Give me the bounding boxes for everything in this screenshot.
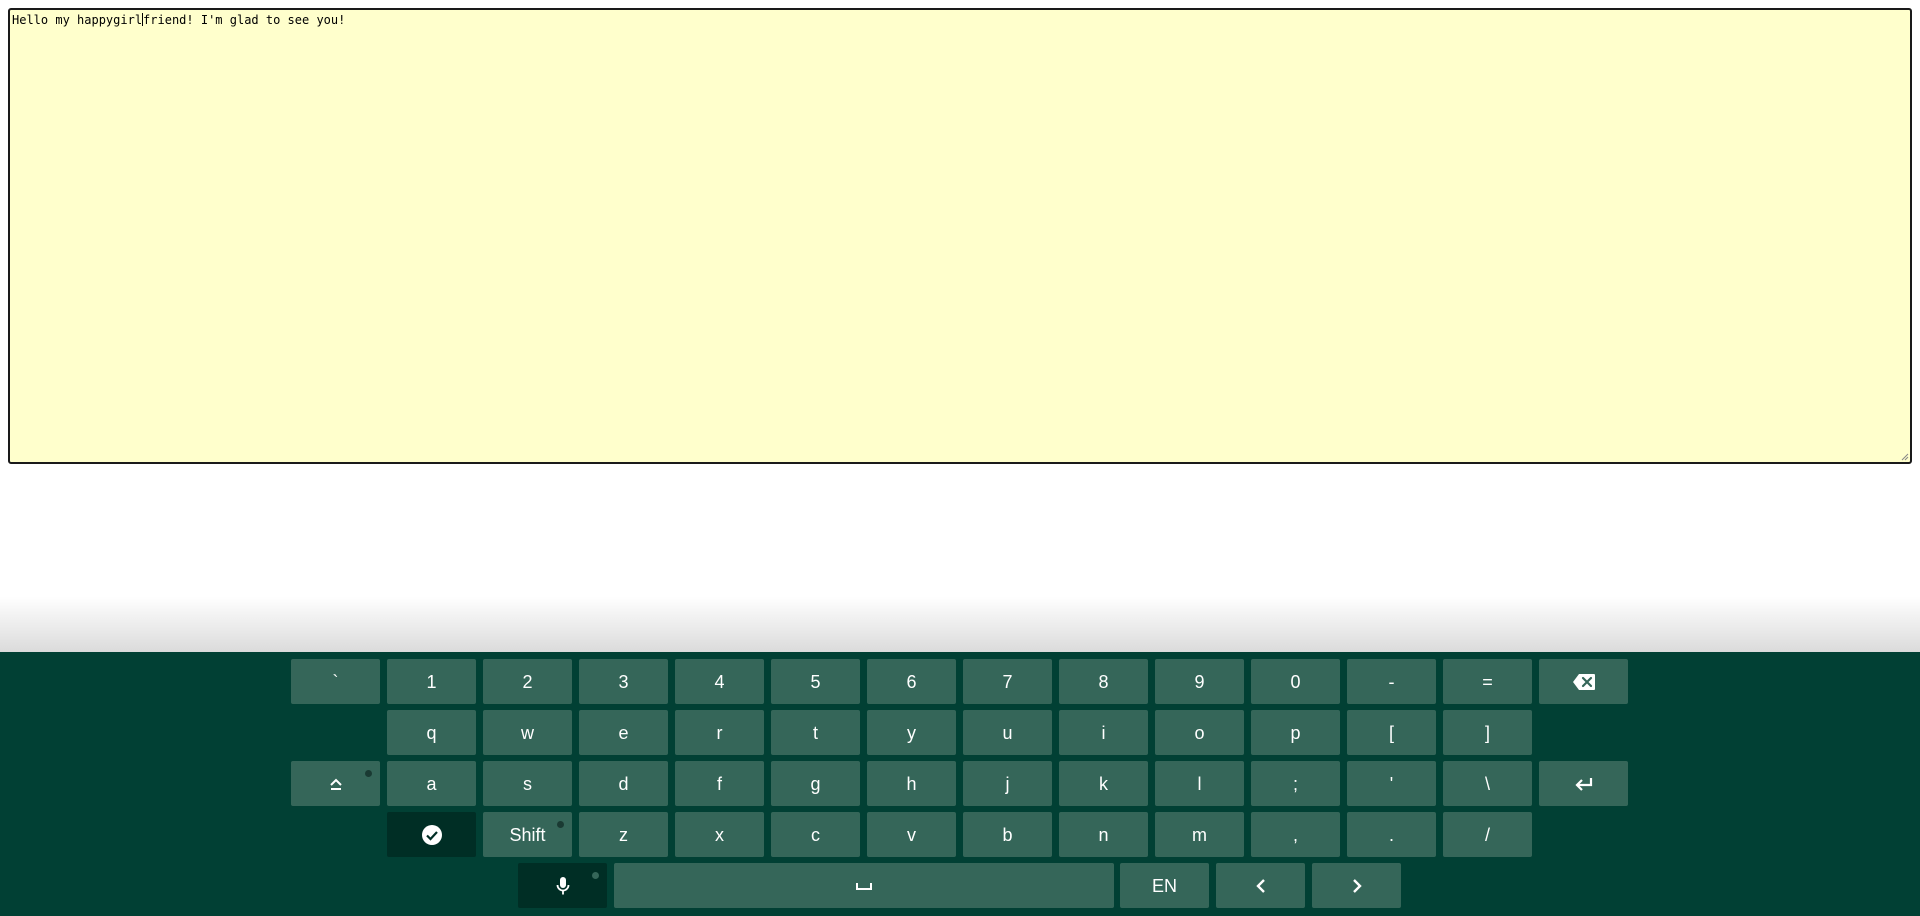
backspace-key[interactable] [1539,659,1628,704]
key-z[interactable]: z [579,812,668,857]
key-u[interactable]: u [963,710,1052,755]
key-9[interactable]: 9 [1155,659,1244,704]
key-y[interactable]: y [867,710,956,755]
key-v[interactable]: v [867,812,956,857]
chevron-right-icon [1352,878,1362,893]
key-5[interactable]: 5 [771,659,860,704]
key-f[interactable]: f [675,761,764,806]
caps-lock-indicator [365,770,372,777]
key-c[interactable]: c [771,812,860,857]
key-a[interactable]: a [387,761,476,806]
language-key[interactable]: EN [1120,863,1209,908]
key-i[interactable]: i [1059,710,1148,755]
key-s[interactable]: s [483,761,572,806]
cursor-right-key[interactable] [1312,863,1401,908]
resize-grip-icon[interactable] [1900,452,1909,461]
key-backslash[interactable]: \ [1443,761,1532,806]
shift-key[interactable]: Shift [483,812,572,857]
key-h[interactable]: h [867,761,956,806]
key-7[interactable]: 7 [963,659,1052,704]
chevron-left-icon [1255,878,1265,893]
key-3[interactable]: 3 [579,659,668,704]
space-bar[interactable] [614,863,1114,908]
enter-icon [1574,777,1592,791]
key-semicolon[interactable]: ; [1251,761,1340,806]
key-8[interactable]: 8 [1059,659,1148,704]
key-comma[interactable]: , [1251,812,1340,857]
key-t[interactable]: t [771,710,860,755]
key-b[interactable]: b [963,812,1052,857]
key-o[interactable]: o [1155,710,1244,755]
space-bar-icon [856,882,872,890]
editor-text-before-caret: Hello my happygirl [12,13,143,27]
microphone-icon [556,876,569,894]
key-l[interactable]: l [1155,761,1244,806]
keyboard-shadow [0,596,1920,652]
key-w[interactable]: w [483,710,572,755]
backspace-icon [1572,673,1595,690]
key-x[interactable]: x [675,812,764,857]
virtual-keyboard: ` 1 2 3 4 5 6 7 8 9 0 - = q w e r t y u … [0,652,1920,916]
caps-lock-icon [329,778,342,790]
key-q[interactable]: q [387,710,476,755]
caps-lock-key[interactable] [291,761,380,806]
key-4[interactable]: 4 [675,659,764,704]
key-2[interactable]: 2 [483,659,572,704]
key-open-bracket[interactable]: [ [1347,710,1436,755]
microphone-key[interactable] [518,863,607,908]
key-apostrophe[interactable]: ' [1347,761,1436,806]
key-equals[interactable]: = [1443,659,1532,704]
key-n[interactable]: n [1059,812,1148,857]
key-g[interactable]: g [771,761,860,806]
key-backtick[interactable]: ` [291,659,380,704]
done-key[interactable] [387,812,476,857]
editor-text-after-caret: friend! I'm glad to see you! [143,13,346,27]
key-slash[interactable]: / [1443,812,1532,857]
key-d[interactable]: d [579,761,668,806]
key-6[interactable]: 6 [867,659,956,704]
key-p[interactable]: p [1251,710,1340,755]
shift-label: Shift [509,824,546,845]
key-1[interactable]: 1 [387,659,476,704]
cursor-left-key[interactable] [1216,863,1305,908]
key-m[interactable]: m [1155,812,1244,857]
microphone-indicator [592,872,599,879]
key-r[interactable]: r [675,710,764,755]
key-close-bracket[interactable]: ] [1443,710,1532,755]
key-minus[interactable]: - [1347,659,1436,704]
text-editor[interactable]: Hello my happygirlfriend! I'm glad to se… [8,8,1912,464]
key-period[interactable]: . [1347,812,1436,857]
key-0[interactable]: 0 [1251,659,1340,704]
key-k[interactable]: k [1059,761,1148,806]
shift-indicator [557,821,564,828]
key-j[interactable]: j [963,761,1052,806]
checkmark-circle-icon [421,824,442,845]
key-e[interactable]: e [579,710,668,755]
enter-key[interactable] [1539,761,1628,806]
